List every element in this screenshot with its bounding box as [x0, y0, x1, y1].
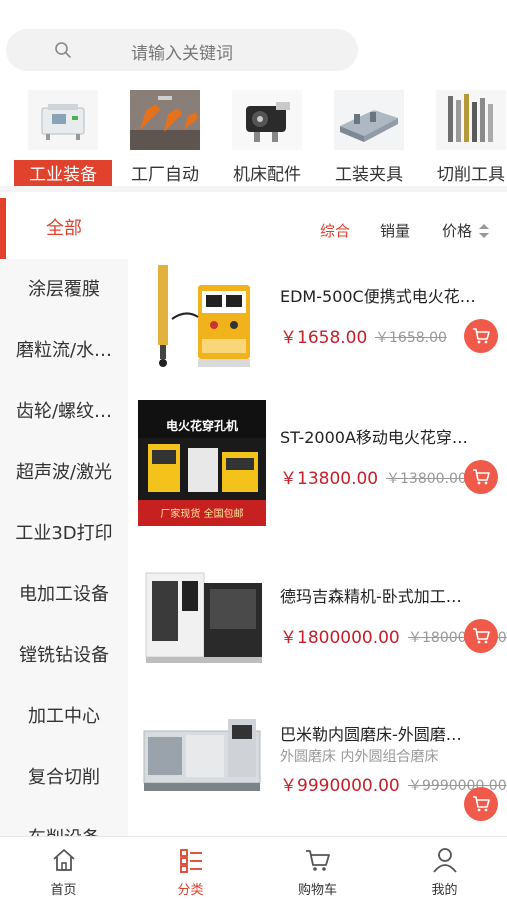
user-icon [433, 848, 457, 873]
product-card[interactable]: 德玛吉森精机-卧式加工… ￥1800000.00 ￥1800000.00 [128, 559, 507, 707]
cart-icon [473, 628, 490, 644]
sidebar-item-ultrasonic-laser[interactable]: 超声波/激光 [0, 442, 128, 503]
product-price: ￥1800000.00 [280, 628, 400, 648]
category-industrial-equipment[interactable]: 工业装备 [14, 88, 114, 186]
sidebar-item-coating[interactable]: 涂层覆膜 [0, 259, 128, 320]
sidebar-item-abrasive-flow[interactable]: 磨粒流/水… [0, 320, 128, 381]
add-to-cart-button[interactable] [464, 460, 498, 494]
category-page: 请输入关键词 工业装备 工厂自动 机床配件 工装夹具 切削工具 全部 涂层覆膜 … [0, 0, 507, 900]
sidebar-item-gear-thread[interactable]: 齿轮/螺纹… [0, 381, 128, 442]
sort-sales[interactable]: 销量 [380, 220, 410, 241]
search-input[interactable]: 请输入关键词 [6, 29, 358, 71]
sidebar-item-boring-milling[interactable]: 镗铣钻设备 [0, 625, 128, 686]
category-thumb-image [334, 90, 404, 150]
cart-icon [473, 469, 490, 485]
product-image-banner: 厂家现货 全国包邮 [160, 507, 243, 520]
sort-arrows-icon[interactable] [478, 222, 490, 240]
subcategory-sidebar: 全部 涂层覆膜 磨粒流/水… 齿轮/螺纹… 超声波/激光 工业3D打印 电加工设… [0, 198, 128, 836]
sidebar-item-edm[interactable]: 电加工设备 [0, 564, 128, 625]
product-image [138, 559, 266, 681]
product-original-price: ￥13800.00 [386, 471, 467, 487]
category-cutting-tools[interactable]: 切削工具 [422, 88, 507, 186]
sidebar-item-turning[interactable]: 车削设备 [0, 808, 128, 836]
tab-home[interactable]: 首页 [0, 837, 127, 900]
category-strip: 工业装备 工厂自动 机床配件 工装夹具 切削工具 [0, 84, 507, 192]
product-image: 电火花穿孔机 厂家现货 全国包邮 [138, 400, 266, 526]
product-title: ST-2000A移动电火花穿… [280, 428, 468, 447]
cart-icon [473, 328, 490, 344]
category-icon [180, 849, 202, 873]
search-bar: 请输入关键词 [0, 0, 507, 84]
add-to-cart-button[interactable] [464, 619, 498, 653]
product-card[interactable]: 电火花穿孔机 厂家现货 全国包邮 ST-2000A移动电火花穿… ￥13800.… [128, 400, 507, 548]
tab-mine[interactable]: 我的 [381, 837, 507, 900]
product-subtitle: 外圆磨床 内外圆组合磨床 [280, 749, 439, 765]
product-card[interactable]: 巴米勒内圆磨床-外圆磨… 外圆磨床 内外圆组合磨床 ￥9990000.00 ￥9… [128, 697, 507, 836]
tab-label: 购物车 [297, 883, 337, 898]
product-image-title: 电火花穿孔机 [166, 418, 238, 433]
tab-label: 首页 [50, 883, 77, 898]
sort-price[interactable]: 价格 [442, 220, 472, 241]
category-thumb-image [28, 90, 98, 150]
home-icon [53, 849, 75, 871]
product-price: ￥9990000.00 [280, 776, 400, 796]
product-price: ￥1658.00 [280, 328, 368, 348]
category-label: 工业装备 [14, 160, 112, 186]
product-title: 德玛吉森精机-卧式加工… [280, 587, 462, 606]
search-icon [55, 42, 71, 58]
product-card[interactable]: EDM-500C便携式电火花… ￥1658.00 ￥1658.00 [128, 259, 507, 407]
search-placeholder: 请输入关键词 [131, 44, 233, 64]
cart-icon [473, 796, 490, 812]
category-factory-automation[interactable]: 工厂自动 [116, 88, 216, 186]
bottom-tab-bar: 首页 分类 购物车 我的 [0, 836, 507, 900]
tab-category[interactable]: 分类 [127, 837, 254, 900]
sidebar-item-machining-center[interactable]: 加工中心 [0, 686, 128, 747]
category-machine-parts[interactable]: 机床配件 [218, 88, 318, 186]
product-image [138, 259, 266, 381]
product-original-price: ￥1658.00 [375, 330, 447, 346]
cart-icon [306, 850, 330, 871]
category-thumb-image [232, 90, 302, 150]
product-title: 巴米勒内圆磨床-外圆磨… [280, 725, 462, 744]
sidebar-item-3d-printing[interactable]: 工业3D打印 [0, 503, 128, 564]
sidebar-item-all[interactable]: 全部 [0, 198, 128, 259]
category-label: 工厂自动 [131, 165, 199, 185]
product-image [138, 697, 266, 819]
category-label: 工装夹具 [335, 165, 403, 185]
product-title: EDM-500C便携式电火花… [280, 287, 476, 306]
sidebar-item-compound-cutting[interactable]: 复合切削 [0, 747, 128, 808]
product-price: ￥13800.00 [280, 469, 379, 489]
tab-label: 我的 [431, 883, 458, 898]
sort-comprehensive[interactable]: 综合 [320, 220, 350, 241]
product-list: EDM-500C便携式电火花… ￥1658.00 ￥1658.00 电火花穿孔机 [128, 259, 507, 836]
category-label: 机床配件 [233, 165, 301, 185]
category-thumb-image [436, 90, 506, 150]
tab-label: 分类 [177, 883, 204, 898]
category-fixtures[interactable]: 工装夹具 [320, 88, 420, 186]
sort-bar: 综合 销量 价格 [128, 198, 507, 259]
add-to-cart-button[interactable] [464, 319, 498, 353]
add-to-cart-button[interactable] [464, 787, 498, 821]
category-label: 切削工具 [437, 165, 505, 185]
category-thumb-image [130, 90, 200, 150]
tab-cart[interactable]: 购物车 [254, 837, 381, 900]
